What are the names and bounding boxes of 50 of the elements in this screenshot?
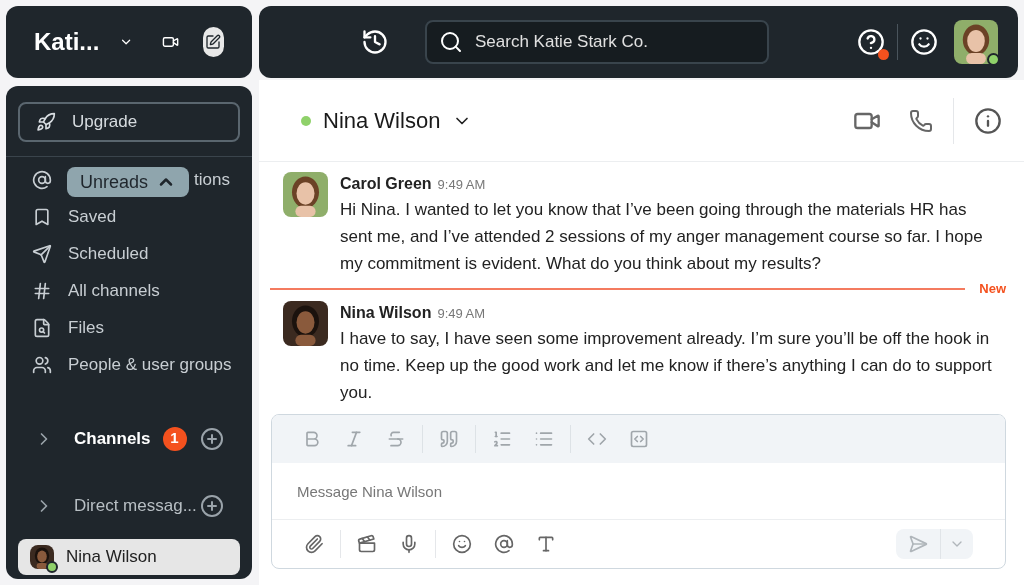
add-icon[interactable] [200, 493, 224, 518]
sidebar-item[interactable]: Files [68, 314, 104, 341]
info-icon[interactable] [974, 106, 1002, 135]
help-icon[interactable] [857, 28, 885, 56]
bookmark-icon[interactable] [32, 206, 52, 227]
sidebar-item[interactable]: All channels [68, 277, 160, 304]
dm-item[interactable]: Nina Wilson [18, 539, 240, 575]
microphone-icon[interactable] [399, 534, 419, 554]
history-icon[interactable] [361, 28, 389, 56]
pencil-square-icon [205, 34, 222, 50]
avatar [283, 172, 328, 217]
hash-icon[interactable] [32, 280, 52, 301]
sidebar-item[interactable]: People & user groups [68, 351, 232, 378]
text-size-icon[interactable] [536, 534, 556, 554]
user-avatar[interactable] [954, 20, 998, 64]
composer[interactable]: Message Nina Wilson [271, 414, 1006, 569]
file-search-icon[interactable] [32, 317, 52, 338]
sidebar-item[interactable]: Scheduled [68, 240, 149, 267]
add-icon[interactable] [200, 426, 224, 451]
message-time: 9:49 AM [437, 176, 486, 194]
sidebar-item[interactable]: tions [194, 166, 230, 193]
search-field[interactable]: Search Katie Stark Co. [425, 20, 769, 64]
section-header[interactable]: Channels [74, 425, 151, 452]
sidebar-item[interactable]: Saved [68, 203, 117, 230]
message-author[interactable]: Nina Wilson [340, 301, 432, 325]
clapperboard-icon[interactable] [357, 534, 377, 554]
phone-icon[interactable] [909, 108, 933, 133]
upgrade-button[interactable]: Upgrade [18, 102, 240, 142]
message-text: Hi Nina. I wanted to let you know that I’ve been going through the materials HR has sent me, and I’ve attended 2 sessions of my anger management course so far. I hope my commitment is evident. What do you think about my results? [340, 199, 984, 275]
message-time: 9:49 AM [437, 305, 486, 323]
avatar [30, 545, 54, 569]
message-author[interactable]: Carol Green [340, 172, 432, 196]
send-icon [908, 534, 928, 554]
unreads-pill[interactable]: Unreads [67, 167, 190, 197]
people-icon[interactable] [32, 354, 52, 375]
conversation-title[interactable]: Nina Wilson [323, 104, 441, 137]
section-header[interactable]: Direct messag... [74, 492, 197, 519]
unread-badge: 1 [162, 426, 187, 451]
search-input[interactable]: Search Katie Stark Co. [475, 29, 755, 55]
message-text: I have to say, I have seen some improvement already. I’m sure you’ll be off the hook in no time. Keep up the good work and let me know if there’s anything I can do to support you. [340, 328, 993, 404]
at-icon[interactable] [494, 534, 514, 554]
workspace-name[interactable]: Kati... [34, 24, 100, 60]
avatar [283, 301, 328, 346]
message-input[interactable]: Message Nina Wilson [272, 463, 1005, 520]
send-icon[interactable] [32, 243, 52, 264]
paperclip-icon[interactable] [304, 534, 324, 554]
search-icon [439, 30, 463, 54]
rocket-icon [36, 112, 56, 132]
compose-button[interactable] [202, 27, 224, 57]
new-label: New [979, 280, 1006, 299]
